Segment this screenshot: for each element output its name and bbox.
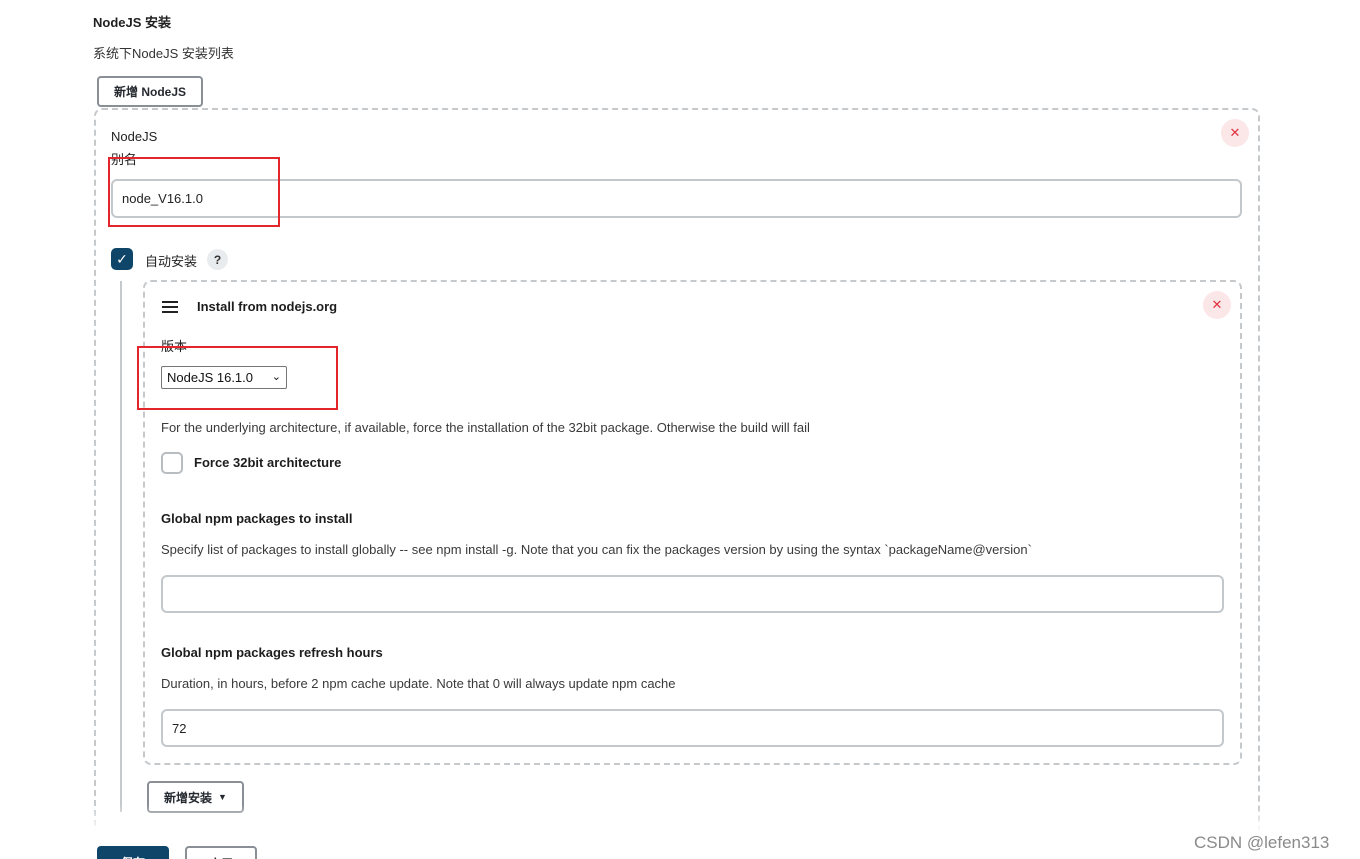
auto-install-checkbox[interactable]: ✓ (111, 248, 133, 270)
checkmark-icon: ✓ (116, 250, 128, 267)
refresh-hours-title: Global npm packages refresh hours (161, 645, 383, 660)
close-icon: ✕ (1211, 297, 1223, 312)
apply-button[interactable]: 应用 (185, 846, 257, 859)
force-32bit-label: Force 32bit architecture (194, 455, 342, 470)
alias-input[interactable]: node_V16.1.0 (111, 179, 1242, 218)
delete-nodejs-close-icon[interactable]: ✕ (1221, 119, 1249, 147)
npm-packages-description: Specify list of packages to install glob… (161, 542, 1032, 557)
arch-description: For the underlying architecture, if avai… (161, 420, 810, 435)
installer-title: Install from nodejs.org (197, 299, 338, 314)
save-button[interactable]: 保存 (97, 846, 169, 859)
npm-packages-title: Global npm packages to install (161, 511, 353, 526)
caret-down-icon: ▼ (218, 792, 227, 802)
annotation-highlight-alias (108, 157, 280, 227)
add-nodejs-button[interactable]: 新增 NodeJS (97, 76, 203, 107)
nodejs-heading: NodeJS (111, 129, 158, 144)
npm-packages-input[interactable] (161, 575, 1224, 613)
force-32bit-checkbox[interactable] (161, 452, 183, 474)
delete-installer-close-icon[interactable]: ✕ (1203, 291, 1231, 319)
watermark: CSDN @lefen313 (1194, 833, 1330, 852)
drag-handle-icon[interactable] (162, 301, 178, 313)
section-description: 系统下NodeJS 安装列表 (93, 46, 234, 61)
auto-install-label: 自动安装 (145, 254, 198, 269)
refresh-hours-description: Duration, in hours, before 2 npm cache u… (161, 676, 676, 691)
close-icon: ✕ (1229, 125, 1241, 140)
annotation-highlight-version (137, 346, 338, 410)
refresh-hours-input[interactable]: 72 (161, 709, 1224, 747)
section-title: NodeJS 安装 (93, 15, 172, 30)
add-installer-label: 新增安装 (164, 790, 213, 805)
nested-indent-line (120, 281, 122, 812)
help-icon[interactable]: ? (207, 249, 228, 270)
